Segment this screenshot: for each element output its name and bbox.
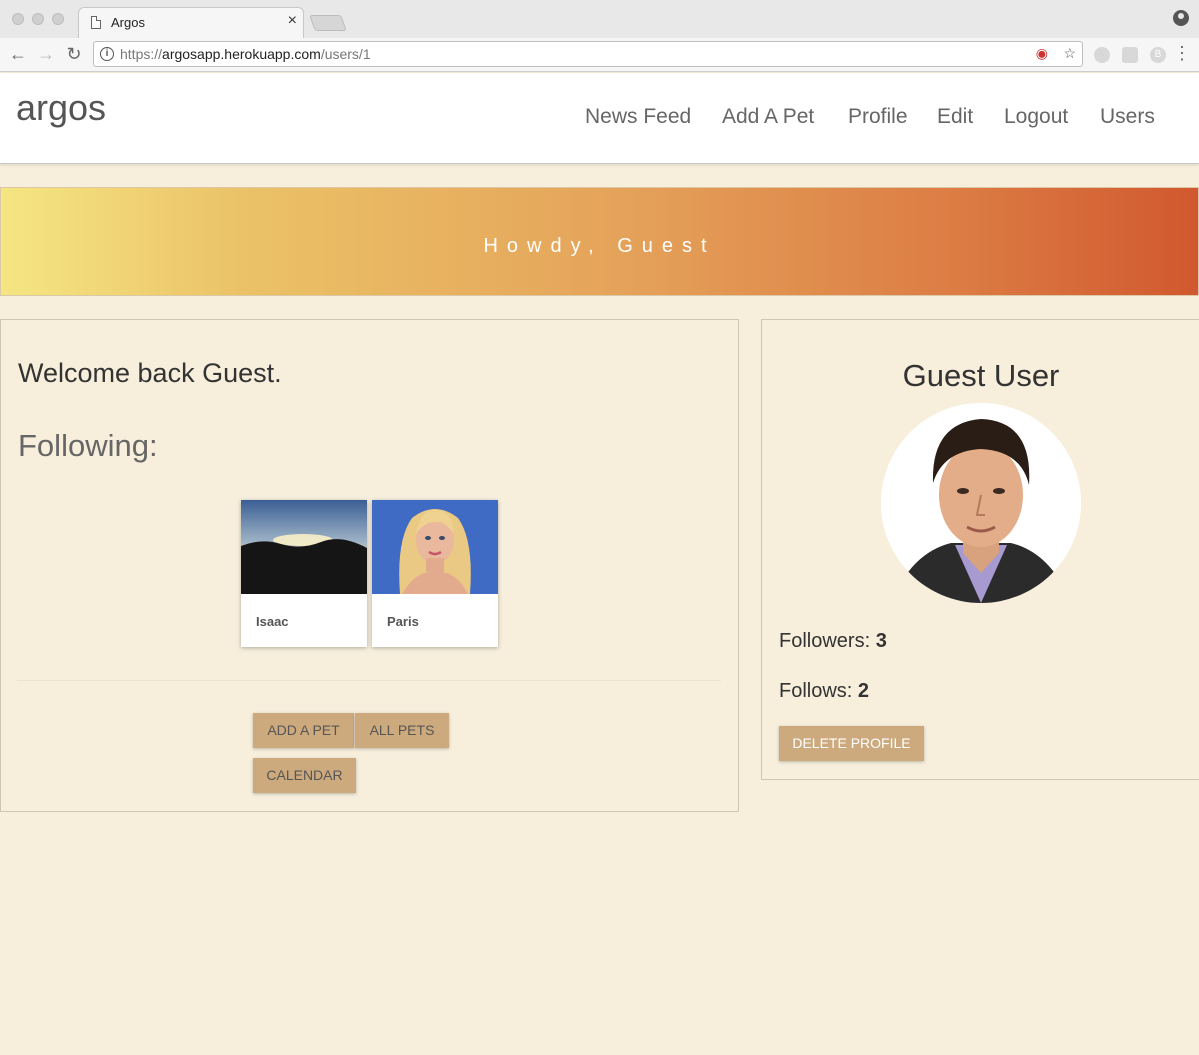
reload-icon[interactable]: ↻ (64, 44, 84, 65)
delete-profile-button[interactable]: DELETE PROFILE (779, 726, 924, 761)
nav-edit[interactable]: Edit (937, 105, 973, 129)
following-heading: Following: (18, 428, 158, 463)
browser-tab[interactable]: Argos × (78, 7, 304, 39)
pet-name[interactable]: Paris (387, 614, 419, 629)
follows-label: Follows: (779, 680, 853, 702)
profile-panel: Guest User Followers: 3 Follows: 2 DELET… (761, 319, 1199, 780)
pet-card-paris[interactable]: Paris (372, 500, 498, 647)
followers-label: Followers: (779, 630, 871, 652)
greeting-text: Howdy, Guest (483, 235, 716, 257)
back-arrow-icon[interactable]: ← (8, 44, 28, 65)
new-tab-button[interactable] (309, 15, 347, 31)
tab-title: Argos (111, 15, 145, 30)
nav-logout[interactable]: Logout (1004, 105, 1068, 129)
address-bar[interactable]: i https://argosapp.herokuapp.com/users/1… (93, 41, 1083, 67)
welcome-message: Welcome back Guest. (18, 358, 282, 388)
divider (17, 680, 721, 681)
profile-name: Guest User (902, 358, 1060, 393)
followers-count: 3 (875, 630, 887, 652)
extension-icon[interactable] (1094, 47, 1110, 63)
greeting-banner: Howdy, Guest (0, 187, 1199, 296)
extension-square-icon[interactable] (1122, 47, 1138, 63)
menu-dots-icon[interactable]: ⋮ (1172, 43, 1192, 64)
nav-users[interactable]: Users (1100, 105, 1155, 129)
tab-close-icon[interactable]: × (288, 12, 297, 30)
nav-profile[interactable]: Profile (848, 105, 908, 129)
extension-b-icon[interactable]: B (1150, 47, 1166, 63)
site-header: argos News Feed Add A Pet Profile Edit L… (0, 73, 1199, 164)
pet-photo-isaac (241, 500, 367, 594)
calendar-button[interactable]: CALENDAR (253, 758, 356, 793)
pet-name[interactable]: Isaac (256, 614, 289, 629)
info-icon[interactable]: i (100, 47, 114, 61)
url-scheme: https:// (120, 46, 163, 62)
url-text[interactable]: https://argosapp.herokuapp.com/users/1 (120, 46, 371, 62)
nav-news-feed[interactable]: News Feed (585, 105, 691, 129)
forward-arrow-icon[interactable]: → (36, 44, 56, 65)
bookmark-star-icon[interactable]: ☆ (1063, 45, 1076, 62)
pet-photo-paris (372, 500, 498, 594)
dashboard-panel: Welcome back Guest. Following: Isaac Par… (0, 319, 739, 812)
browser-tab-strip: Argos × (0, 0, 1199, 39)
all-pets-button[interactable]: ALL PETS (355, 713, 449, 748)
follows-count: 2 (857, 680, 870, 702)
avatar (881, 403, 1081, 603)
pet-card-isaac[interactable]: Isaac (241, 500, 367, 647)
profile-icon[interactable] (1173, 10, 1189, 26)
followers-stat: Followers: 3 (779, 630, 887, 653)
add-pet-button[interactable]: ADD A PET (253, 713, 354, 748)
nav-add-a-pet[interactable]: Add A Pet (722, 105, 814, 129)
url-domain: argosapp.herokuapp.com (162, 46, 321, 62)
window-minimize-dot[interactable] (32, 13, 44, 25)
brand-logo[interactable]: argos (16, 87, 106, 129)
document-icon (91, 16, 101, 29)
browser-toolbar: ← → ↻ i https://argosapp.herokuapp.com/u… (0, 38, 1199, 72)
url-path: /users/1 (320, 46, 371, 62)
blocked-content-icon[interactable]: ◉ (1036, 45, 1048, 62)
window-zoom-dot[interactable] (52, 13, 64, 25)
follows-stat: Follows: 2 (779, 680, 869, 703)
window-close-dot[interactable] (12, 13, 24, 25)
